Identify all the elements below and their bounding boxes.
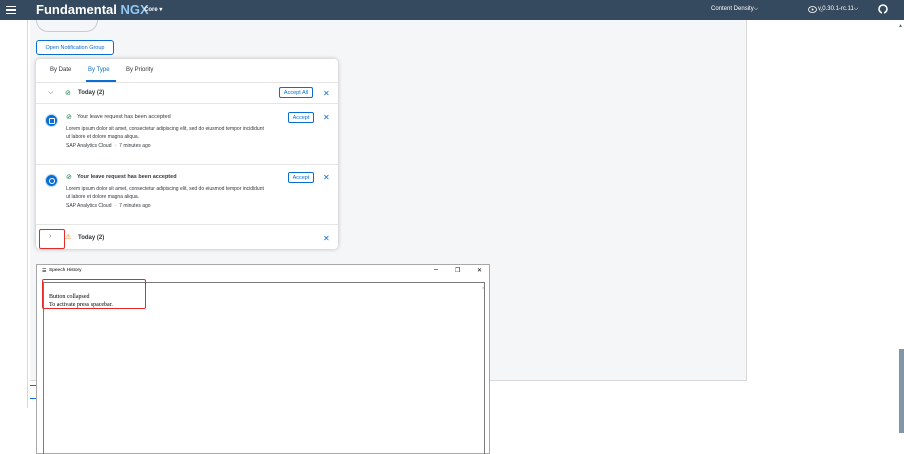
notification-source: SAP Analytics Cloud (66, 143, 112, 149)
accept-all-button[interactable]: Accept All (279, 87, 313, 98)
accept-button[interactable]: Accept (288, 172, 314, 183)
scroll-up-icon[interactable]: ⌃ (481, 287, 485, 293)
brand-title[interactable]: Fundamental NGX (36, 2, 149, 17)
window-title: Speech History (49, 268, 82, 273)
notification-body: Lorem ipsum dolor sit amet, consectetur … (66, 126, 264, 140)
notification-footer: SAP Analytics Cloud · 7 minutes ago (66, 203, 151, 209)
core-menu-button[interactable]: Core ▾ (144, 6, 162, 13)
open-notification-group-button[interactable]: Open Notification Group (36, 40, 114, 55)
chevron-down-icon[interactable]: ⌵ (48, 89, 53, 97)
notification-group-header[interactable]: ⌵ ⊘ Today (2) Accept All ✕ (36, 84, 338, 104)
warning-status-icon: ⚠ (65, 234, 72, 241)
notification-footer: SAP Analytics Cloud · 7 minutes ago (66, 143, 151, 149)
decorative-shape (36, 20, 98, 32)
maximize-button[interactable]: ❐ (455, 267, 460, 274)
version-menu[interactable]: v.0.30.1-rc.11⌵ (818, 6, 858, 13)
success-status-icon: ⊘ (66, 114, 72, 121)
notification-body: Lorem ipsum dolor sit amet, consectetur … (66, 186, 264, 200)
minimize-button[interactable]: – (434, 266, 438, 273)
notification-time: 7 minutes ago (119, 203, 151, 209)
group-title: Today (2) (78, 90, 105, 96)
menu-icon[interactable]: ☰ (42, 268, 46, 274)
focus-highlight (39, 229, 65, 249)
content-density-menu[interactable]: Content Density⌵ (711, 6, 758, 13)
github-icon[interactable] (877, 3, 889, 15)
hamburger-menu-icon[interactable] (6, 2, 20, 18)
success-status-icon: ⊘ (65, 90, 71, 97)
notification-title: Your leave request has been accepted (77, 114, 171, 120)
notification-item[interactable]: ⊘ Your leave request has been accepted A… (36, 165, 338, 225)
close-icon[interactable]: ✕ (323, 90, 330, 98)
notification-title: Your leave request has been accepted (77, 174, 177, 180)
tab-by-priority[interactable]: By Priority (126, 67, 153, 73)
notification-group-popover: By Date By Type By Priority ⌵ ⊘ Today (2… (36, 59, 338, 249)
focus-highlight (42, 279, 146, 309)
close-button[interactable]: ✕ (477, 267, 482, 274)
tab-by-type[interactable]: By Type (88, 67, 110, 73)
notification-item[interactable]: ⊘ Your leave request has been accepted A… (36, 105, 338, 165)
active-tab-indicator (86, 80, 116, 82)
accept-button[interactable]: Accept (288, 112, 314, 123)
notification-group-header[interactable]: › ⚠ Today (2) ✕ (36, 229, 338, 249)
success-status-icon: ⊘ (66, 174, 72, 181)
close-icon[interactable]: ✕ (323, 235, 330, 243)
notification-source: SAP Analytics Cloud (66, 203, 112, 209)
close-icon[interactable]: ✕ (323, 174, 330, 182)
page-scrollbar-thumb[interactable] (899, 349, 904, 433)
window-titlebar[interactable]: ☰ Speech History – ❐ ✕ (37, 265, 489, 277)
brand-name: Fundamental (36, 2, 117, 17)
notification-tabs: By Date By Type By Priority (36, 59, 338, 83)
avatar (45, 174, 58, 187)
tab-by-date[interactable]: By Date (50, 67, 71, 73)
avatar (45, 114, 58, 127)
left-divider (27, 20, 28, 408)
notification-time: 7 minutes ago (119, 143, 151, 149)
palette-icon (808, 6, 817, 14)
close-icon[interactable]: ✕ (323, 114, 330, 122)
scroll-up-icon[interactable]: ▲ (898, 23, 903, 29)
group-title: Today (2) (78, 235, 105, 241)
shellbar: Fundamental NGX Core ▾ Content Density⌵ … (0, 0, 904, 20)
